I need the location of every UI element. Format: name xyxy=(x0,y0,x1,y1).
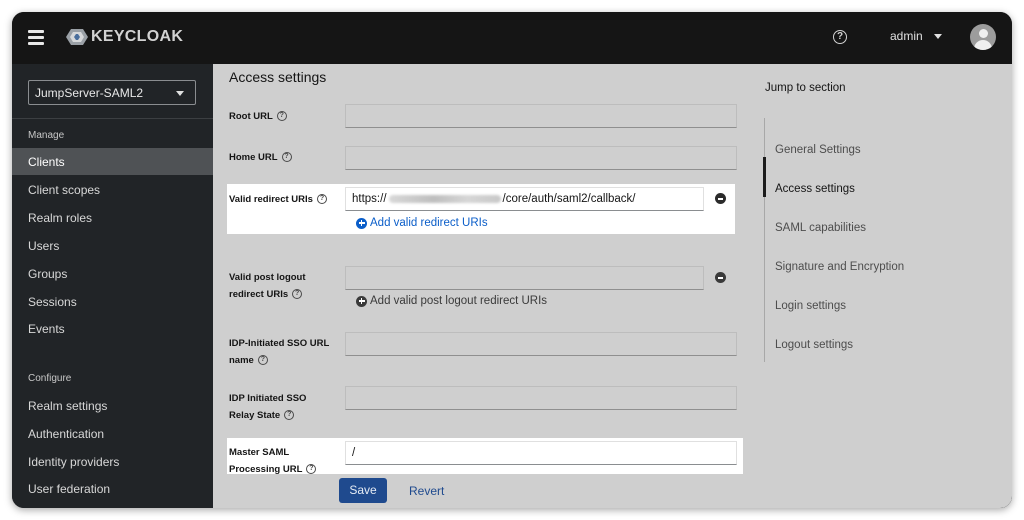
jump-active-indicator xyxy=(763,157,766,197)
jump-rail xyxy=(764,118,765,362)
brand-name: KEYCLOAK xyxy=(91,28,184,45)
chevron-down-icon xyxy=(933,33,942,39)
valid-redirect-input[interactable]: https:// /core/auth/saml2/callback/ xyxy=(345,187,704,211)
add-post-logout-uri-link[interactable]: Add valid post logout redirect URIs xyxy=(356,295,547,307)
sidebar-item-authentication[interactable]: Authentication xyxy=(12,420,213,447)
revert-button[interactable]: Revert xyxy=(409,484,444,498)
idp-relay-state-input[interactable] xyxy=(345,386,737,410)
master-saml-input[interactable]: / xyxy=(345,441,737,465)
plus-circle-icon xyxy=(356,295,367,307)
remove-redirect-uri-icon[interactable] xyxy=(715,193,726,204)
redirect-uri-suffix: /core/auth/saml2/callback/ xyxy=(502,193,636,205)
home-url-input[interactable] xyxy=(345,146,737,170)
form-content: Access settings Root URL? Home URL? Vali… xyxy=(213,64,1012,475)
jump-item-access-settings[interactable]: Access settings xyxy=(775,183,855,195)
sidebar-item-realm-roles[interactable]: Realm roles xyxy=(12,204,213,231)
sidebar-item-sessions[interactable]: Sessions xyxy=(12,288,213,315)
nav-section-configure: Configure xyxy=(28,373,72,384)
master-saml-label: Master SAML Processing URL? xyxy=(229,444,317,478)
chevron-down-icon xyxy=(176,91,184,96)
avatar[interactable] xyxy=(970,24,996,50)
sidebar-item-realm-settings[interactable]: Realm settings xyxy=(12,392,213,419)
help-icon[interactable]: ? xyxy=(833,30,847,44)
username: admin xyxy=(890,29,923,43)
plus-circle-icon xyxy=(356,217,367,229)
save-button[interactable]: Save xyxy=(339,478,387,503)
jump-to-section-title: Jump to section xyxy=(765,82,846,94)
sidebar-item-groups[interactable]: Groups xyxy=(12,260,213,287)
jump-item-logout-settings[interactable]: Logout settings xyxy=(775,339,853,351)
nav-divider xyxy=(12,118,213,119)
realm-selector[interactable]: JumpServer-SAML2 xyxy=(28,80,196,105)
sidebar-item-user-federation[interactable]: User federation xyxy=(12,475,213,502)
keycloak-logo[interactable]: KEYCLOAK xyxy=(64,26,183,48)
sidebar-item-client-scopes[interactable]: Client scopes xyxy=(12,176,213,203)
post-logout-input[interactable] xyxy=(345,266,704,290)
masthead: KEYCLOAK ? admin xyxy=(12,12,1012,64)
help-icon[interactable]: ? xyxy=(306,464,317,475)
root-url-label: Root URL? xyxy=(229,108,287,125)
jump-item-general-settings[interactable]: General Settings xyxy=(775,144,861,156)
sidebar-item-clients[interactable]: Clients xyxy=(12,148,213,175)
help-icon[interactable]: ? xyxy=(276,111,287,122)
main-panel: Access settings Root URL? Home URL? Vali… xyxy=(213,64,1012,508)
keycloak-logo-icon xyxy=(66,29,88,45)
help-icon[interactable]: ? xyxy=(284,410,295,421)
idp-relay-state-label: IDP Initiated SSO Relay State? xyxy=(229,393,307,421)
help-icon[interactable]: ? xyxy=(257,355,268,366)
jump-item-saml-capabilities[interactable]: SAML capabilities xyxy=(775,222,866,234)
user-menu-toggle[interactable]: admin xyxy=(890,29,942,43)
idp-sso-url-input[interactable] xyxy=(345,332,737,356)
redirect-uri-prefix: https:// xyxy=(352,193,387,205)
add-redirect-uri-link[interactable]: Add valid redirect URIs xyxy=(356,217,488,229)
jump-item-login-settings[interactable]: Login settings xyxy=(775,300,846,312)
sidebar: JumpServer-SAML2 Manage Clients Client s… xyxy=(12,64,213,508)
app-window: KEYCLOAK ? admin JumpServer-SAML2 Manage… xyxy=(12,12,1012,508)
post-logout-label: Valid post logout redirect URIs? xyxy=(229,272,306,300)
help-icon[interactable]: ? xyxy=(316,194,327,205)
realm-name: JumpServer-SAML2 xyxy=(35,86,144,100)
root-url-input[interactable] xyxy=(345,104,737,128)
sidebar-item-users[interactable]: Users xyxy=(12,232,213,259)
remove-post-logout-uri-icon[interactable] xyxy=(715,272,726,283)
section-title: Access settings xyxy=(229,69,327,85)
help-icon[interactable]: ? xyxy=(281,152,292,163)
help-icon[interactable]: ? xyxy=(292,289,303,300)
home-url-label: Home URL? xyxy=(229,149,292,166)
redacted-host xyxy=(388,194,501,203)
form-actions: Save Revert xyxy=(213,474,1012,508)
sidebar-item-identity-providers[interactable]: Identity providers xyxy=(12,448,213,475)
nav-section-manage: Manage xyxy=(28,130,65,141)
idp-sso-url-label: IDP-Initiated SSO URL name? xyxy=(229,338,330,366)
hamburger-menu-icon[interactable] xyxy=(28,30,44,45)
valid-redirect-label: Valid redirect URIs? xyxy=(229,191,327,208)
sidebar-item-events[interactable]: Events xyxy=(12,315,213,342)
jump-item-signature-encryption[interactable]: Signature and Encryption xyxy=(775,261,904,273)
